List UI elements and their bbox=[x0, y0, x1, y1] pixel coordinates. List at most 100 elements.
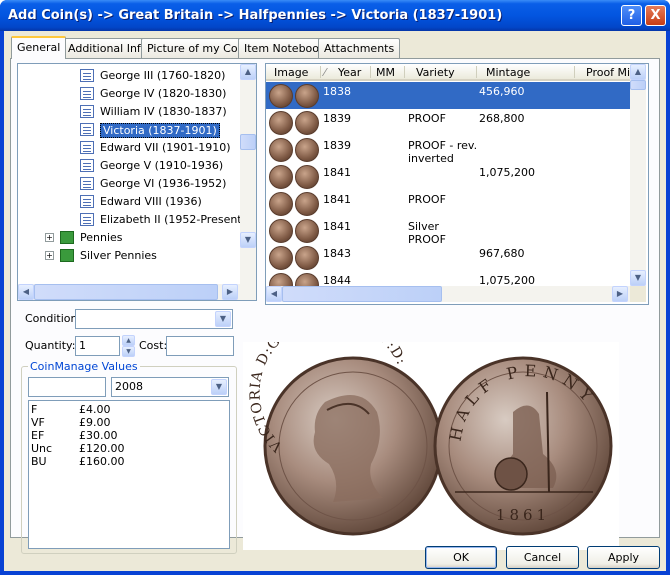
tree-item[interactable]: William IV (1830-1837) bbox=[18, 103, 240, 121]
tree-item[interactable]: George IV (1820-1830) bbox=[18, 85, 240, 103]
category-tree[interactable]: George III (1760-1820) George IV (1820-18… bbox=[17, 63, 257, 301]
grade-label: F bbox=[31, 403, 38, 416]
coin-doc-icon bbox=[80, 177, 94, 190]
tree-vertical-scrollbar[interactable]: ▲ ▼ bbox=[240, 64, 256, 284]
tree-item[interactable]: Victoria (1837-1901) bbox=[18, 121, 240, 139]
coin-row[interactable]: 1841 Silver PROOF bbox=[266, 217, 630, 246]
values-list[interactable]: F £4.00 VF £9.00 EF £30.00 Unc £120.00 BU £160.00 bbox=[28, 400, 230, 549]
tree-item-label: William IV (1830-1837) bbox=[100, 105, 227, 118]
tree-item-label: George VI (1936-1952) bbox=[100, 177, 227, 190]
column-mintage[interactable]: Mintage bbox=[486, 66, 530, 79]
tree-horizontal-scrollbar[interactable]: ◀ ▶ bbox=[18, 284, 256, 300]
list-vscroll-thumb[interactable] bbox=[630, 80, 646, 90]
scroll-up-icon[interactable]: ▲ bbox=[240, 64, 256, 80]
tab-picture-of-my-coin[interactable]: Picture of my Coin bbox=[141, 38, 254, 58]
obverse-thumbnail bbox=[269, 84, 293, 108]
values-filter-field[interactable] bbox=[28, 377, 106, 397]
coin-year: 1839 bbox=[323, 112, 351, 125]
tree-vscroll-thumb[interactable] bbox=[240, 134, 256, 150]
scroll-right-icon[interactable]: ▶ bbox=[222, 284, 238, 300]
reverse-thumbnail bbox=[295, 192, 319, 216]
coin-doc-icon bbox=[80, 213, 94, 226]
value-row[interactable]: EF £30.00 bbox=[31, 429, 227, 442]
tree-hscroll-thumb[interactable] bbox=[34, 284, 218, 300]
grade-label: EF bbox=[31, 429, 45, 442]
tab-general[interactable]: General bbox=[11, 36, 67, 59]
scroll-left-icon[interactable]: ◀ bbox=[266, 286, 282, 302]
coin-variety: PROOF bbox=[408, 112, 446, 125]
tree-item[interactable]: Edward VII (1901-1910) bbox=[18, 139, 240, 157]
tab-attachments[interactable]: Attachments bbox=[318, 38, 401, 58]
value-row[interactable]: BU £160.00 bbox=[31, 455, 227, 468]
grade-label: VF bbox=[31, 416, 45, 429]
coin-year: 1841 bbox=[323, 166, 351, 179]
ok-button[interactable]: OK bbox=[425, 546, 497, 569]
coin-mintage: 268,800 bbox=[479, 112, 525, 125]
scroll-down-icon[interactable]: ▼ bbox=[240, 232, 256, 248]
value-row[interactable]: VF £9.00 bbox=[31, 416, 227, 429]
quantity-stepper[interactable]: ▲ ▼ bbox=[122, 335, 135, 357]
coin-row[interactable]: 1841 PROOF bbox=[266, 190, 630, 217]
coin-list-header: Image ⁄ Year MM Variety Mintage Proof Mi bbox=[266, 64, 630, 81]
chevron-down-icon[interactable]: ▼ bbox=[211, 379, 227, 395]
column-proof-mintage[interactable]: Proof Mi bbox=[586, 66, 630, 79]
dialog-window: Add Coin(s) -> Great Britain -> Halfpenn… bbox=[0, 0, 670, 575]
coin-row[interactable]: 1838 456,960 bbox=[266, 82, 630, 109]
column-mm[interactable]: MM bbox=[376, 66, 395, 79]
cancel-button[interactable]: Cancel bbox=[506, 546, 579, 569]
coin-row[interactable]: 1841 1,075,200 bbox=[266, 163, 630, 190]
scroll-right-icon[interactable]: ▶ bbox=[612, 286, 628, 302]
obverse-thumbnail bbox=[269, 111, 293, 135]
value-row[interactable]: F £4.00 bbox=[31, 403, 227, 416]
list-vertical-scrollbar[interactable]: ▲ ▼ bbox=[630, 64, 646, 286]
stepper-up-icon[interactable]: ▲ bbox=[122, 335, 135, 346]
tree-item-label: George III (1760-1820) bbox=[100, 69, 226, 82]
tree-item[interactable]: George VI (1936-1952) bbox=[18, 175, 240, 193]
tree-item[interactable]: Edward VIII (1936) bbox=[18, 193, 240, 211]
reverse-thumbnail bbox=[295, 84, 319, 108]
coin-doc-icon bbox=[80, 159, 94, 172]
coin-variety: PROOF bbox=[408, 193, 446, 206]
coin-photo: VICTORIA D:G: BRITT:REG:F:D: HALF PENNY … bbox=[247, 309, 613, 536]
expand-icon[interactable]: + bbox=[45, 233, 54, 242]
coin-list[interactable]: Image ⁄ Year MM Variety Mintage Proof Mi… bbox=[265, 63, 649, 305]
scroll-up-icon[interactable]: ▲ bbox=[630, 64, 646, 80]
tree-item[interactable]: Elizabeth II (1952-Present) bbox=[18, 211, 246, 229]
list-hscroll-thumb[interactable] bbox=[282, 286, 442, 302]
title-bar[interactable]: Add Coin(s) -> Great Britain -> Halfpenn… bbox=[0, 0, 670, 31]
grade-label: Unc bbox=[31, 442, 53, 455]
reverse-thumbnail bbox=[295, 165, 319, 189]
tree-item[interactable]: George V (1910-1936) bbox=[18, 157, 240, 175]
coin-row[interactable]: 1843 967,680 bbox=[266, 244, 630, 271]
coin-mintage: 967,680 bbox=[479, 247, 525, 260]
reverse-thumbnail bbox=[295, 111, 319, 135]
column-year[interactable]: Year bbox=[338, 66, 361, 79]
close-button[interactable]: X bbox=[645, 5, 666, 26]
value-row[interactable]: Unc £120.00 bbox=[31, 442, 227, 455]
quantity-field[interactable]: 1 bbox=[75, 336, 120, 356]
help-button[interactable]: ? bbox=[621, 5, 642, 26]
tree-item[interactable]: + Silver Pennies bbox=[18, 247, 240, 265]
cost-field[interactable] bbox=[166, 336, 234, 356]
tree-item[interactable]: + Pennies bbox=[18, 229, 240, 247]
folder-icon bbox=[60, 231, 74, 244]
coin-row[interactable]: 1839 PROOF - rev. inverted bbox=[266, 136, 630, 165]
coin-row[interactable]: 1839 PROOF 268,800 bbox=[266, 109, 630, 136]
column-variety[interactable]: Variety bbox=[416, 66, 455, 79]
scroll-left-icon[interactable]: ◀ bbox=[18, 284, 34, 300]
year-select[interactable]: 2008 ▼ bbox=[111, 377, 229, 397]
grade-value: £4.00 bbox=[79, 403, 111, 416]
condition-combo[interactable]: ▼ bbox=[75, 309, 233, 329]
column-image[interactable]: Image bbox=[274, 66, 308, 79]
stepper-down-icon[interactable]: ▼ bbox=[122, 346, 135, 357]
expand-icon[interactable]: + bbox=[45, 251, 54, 260]
chevron-down-icon[interactable]: ▼ bbox=[215, 311, 231, 327]
apply-button[interactable]: Apply bbox=[587, 546, 660, 569]
list-horizontal-scrollbar[interactable]: ◀ ▶ bbox=[266, 286, 630, 302]
obverse-thumbnail bbox=[269, 246, 293, 270]
scroll-down-icon[interactable]: ▼ bbox=[630, 270, 646, 286]
quantity-label: Quantity: bbox=[25, 339, 76, 352]
tree-item[interactable]: George III (1760-1820) bbox=[18, 67, 240, 85]
tree-item-label: Silver Pennies bbox=[80, 249, 157, 262]
tab-additional-info[interactable]: Additional Info bbox=[62, 38, 154, 58]
